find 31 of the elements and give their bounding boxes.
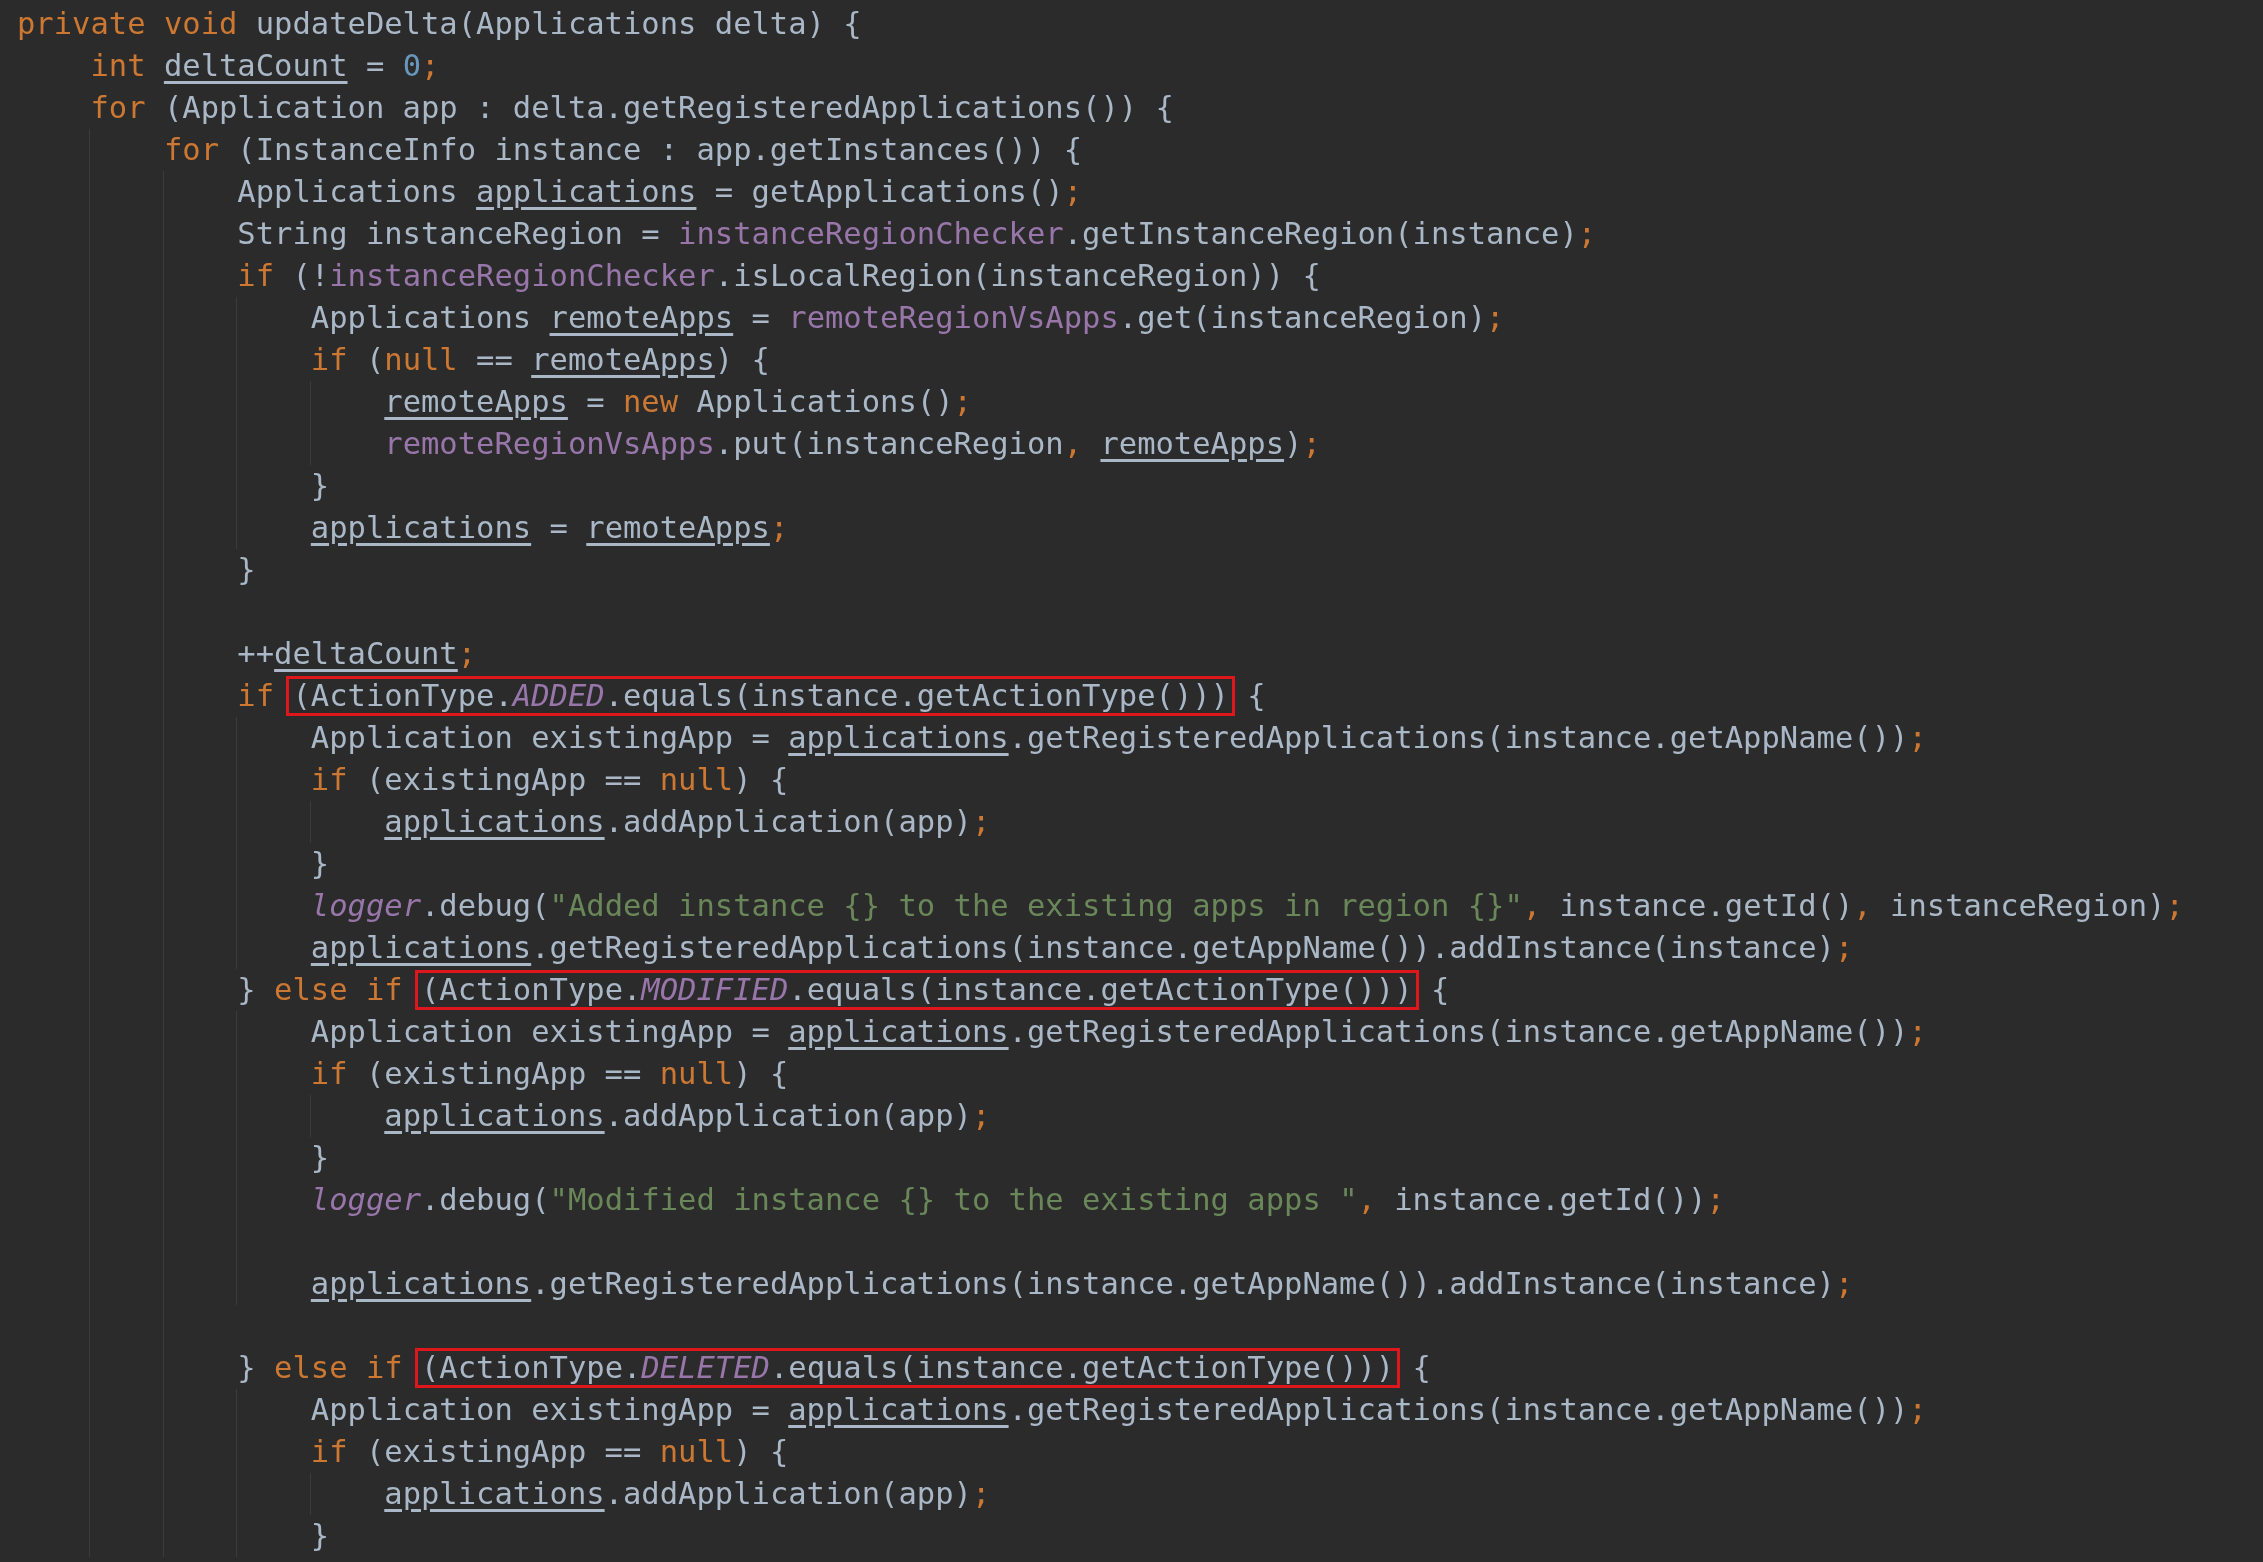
- code-line: }: [17, 549, 256, 591]
- code-line: for (Application app : delta.getRegisteredApplications()) {: [89, 89, 1174, 127]
- code-line: remoteApps = new Applications();: [17, 381, 972, 423]
- code-line: }: [17, 843, 330, 885]
- code-line: logger.debug("Added instance {} to the existing apps in region {}", instance.getId(), instanceRegion);: [17, 885, 2184, 927]
- code-line: ++deltaCount;: [17, 633, 477, 675]
- code-line: Application existingApp = applications.getRegisteredApplications(instance.getAppName());: [17, 1389, 1927, 1431]
- code-line: applications.addApplication(app);: [17, 1095, 991, 1137]
- code-line: if (existingApp == null) {: [17, 1053, 789, 1095]
- code-line: remoteRegionVsApps.put(instanceRegion, remoteApps);: [17, 423, 1321, 465]
- code-line: if (null == remoteApps) {: [17, 339, 770, 381]
- code-line: Application existingApp = applications.getRegisteredApplications(instance.getAppName());: [17, 717, 1927, 759]
- code-line: private void updateDelta(Applications delta) {: [17, 5, 862, 43]
- code-line: Applications applications = getApplications();: [17, 171, 1083, 213]
- code-line: }: [17, 1137, 330, 1179]
- code-line: logger.debug("Modified instance {} to the existing apps ", instance.getId());: [17, 1179, 1725, 1221]
- code-line: if (existingApp == null) {: [17, 1431, 789, 1473]
- code-line: int deltaCount = 0;: [89, 47, 440, 85]
- code-line: for (InstanceInfo instance : app.getInstances()) {: [17, 129, 1083, 171]
- code-line: }: [17, 1515, 330, 1557]
- code-line: Application existingApp = applications.getRegisteredApplications(instance.getAppName());: [17, 1011, 1927, 1053]
- code-line: String instanceRegion = instanceRegionChecker.getInstanceRegion(instance);: [17, 213, 1597, 255]
- code-line: applications = remoteApps;: [17, 507, 789, 549]
- code-line: }: [17, 465, 330, 507]
- code-line: if (existingApp == null) {: [17, 759, 789, 801]
- code-line: Applications remoteApps = remoteRegionVsApps.get(instanceRegion);: [17, 297, 1505, 339]
- code-line: applications.getRegisteredApplications(instance.getAppName()).addInstance(instance);: [17, 927, 1854, 969]
- code-line: applications.addApplication(app);: [17, 801, 991, 843]
- code-line: if (!instanceRegionChecker.isLocalRegion(instanceRegion)) {: [17, 255, 1321, 297]
- code-line: applications.getRegisteredApplications(instance.getAppName()).addInstance(instance);: [17, 1263, 1854, 1305]
- code-line: applications.addApplication(app);: [17, 1473, 991, 1515]
